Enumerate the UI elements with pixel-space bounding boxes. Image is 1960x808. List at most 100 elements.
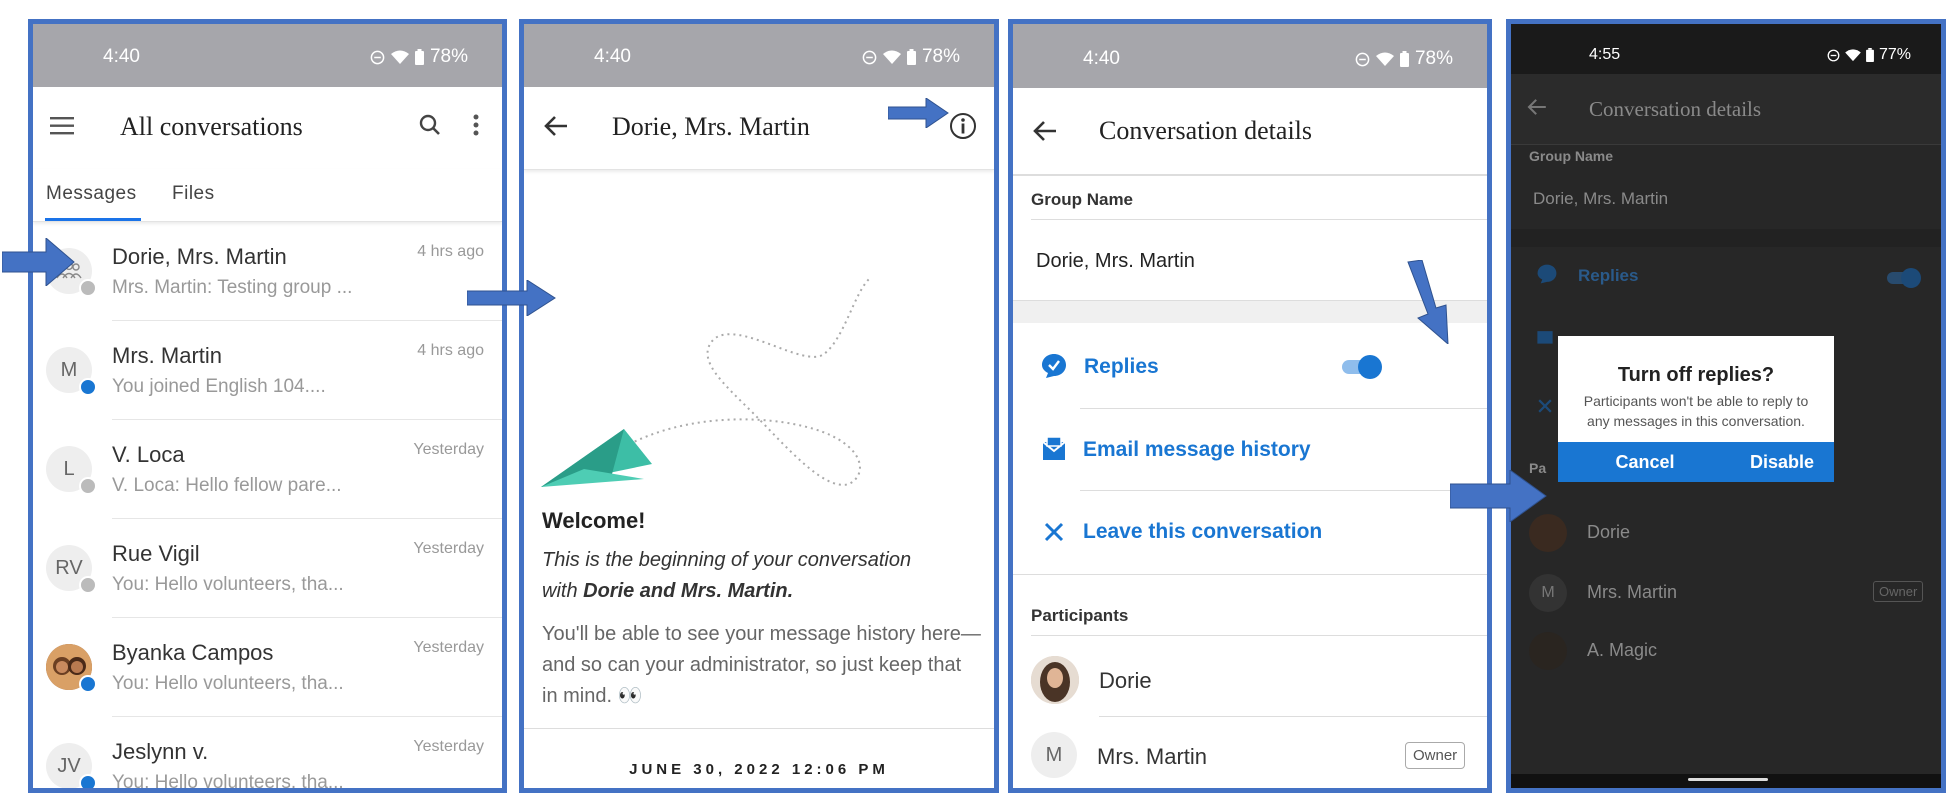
- status-icons: 78%: [1355, 48, 1453, 70]
- muted-badge-icon: [79, 477, 97, 495]
- menu-icon[interactable]: [49, 115, 75, 137]
- conversation-time: 4 hrs ago: [417, 342, 484, 359]
- wifi-icon: [882, 50, 901, 64]
- status-badge-icon: [79, 378, 97, 396]
- message-date: JUNE 30, 2022 12:06 PM: [629, 761, 889, 778]
- conversation-preview: You: Hello volunteers, tha...: [112, 772, 344, 793]
- conversation-name: V. Loca: [112, 442, 185, 467]
- intro-with: with: [542, 580, 584, 602]
- conversation-preview: You joined English 104....: [112, 376, 326, 397]
- conversation-row[interactable]: M Mrs. Martin You joined English 104....…: [33, 321, 502, 420]
- conversation-row[interactable]: RV Rue Vigil You: Hello volunteers, tha.…: [33, 519, 502, 618]
- dnd-icon: [370, 50, 385, 64]
- status-icons: 78%: [862, 46, 960, 68]
- active-tab-indicator: [45, 218, 141, 221]
- back-arrow-icon[interactable]: [542, 113, 570, 139]
- welcome-heading: Welcome!: [542, 508, 646, 533]
- participant-name: Mrs. Martin: [1587, 582, 1677, 602]
- page-title: Conversation details: [1589, 97, 1762, 121]
- participant-name: Dorie: [1099, 668, 1152, 693]
- more-options-icon[interactable]: [470, 111, 482, 139]
- cancel-button[interactable]: Cancel: [1558, 442, 1732, 482]
- conversation-name: Jeslynn v.: [112, 739, 209, 764]
- participant-row: M Mrs. Martin Owner: [1511, 564, 1941, 614]
- muted-badge-icon: [79, 576, 97, 594]
- participant-name: Dorie: [1587, 522, 1631, 542]
- conversation-title: Dorie, Mrs. Martin: [612, 112, 810, 141]
- replies-toggle[interactable]: [1340, 355, 1382, 379]
- app-bar: Conversation details: [1013, 88, 1487, 176]
- battery-icon: [1399, 51, 1409, 67]
- divider: [1031, 635, 1487, 636]
- toggle-thumb: [1358, 355, 1382, 379]
- status-time: 4:40: [594, 46, 631, 67]
- wifi-icon: [390, 50, 409, 64]
- annotation-arrow-icon: [2, 238, 75, 286]
- participant-row: Dorie: [1511, 504, 1941, 554]
- annotation-arrow-icon: [1407, 260, 1449, 344]
- nav-bar: [1511, 774, 1941, 788]
- avatar-photo: [1031, 656, 1079, 704]
- conversation-row[interactable]: Byanka Campos You: Hello volunteers, tha…: [33, 618, 502, 717]
- group-name-value: Dorie, Mrs. Martin: [1533, 189, 1669, 208]
- welcome-intro: This is the beginning of your conversati…: [542, 545, 972, 607]
- conversation-row[interactable]: Dorie, Mrs. Martin Mrs. Martin: Testing …: [33, 222, 502, 321]
- page-title: Conversation details: [1099, 116, 1313, 145]
- panel-turn-off-replies-dialog: 4:55 77% Conversation details Group Name…: [1506, 19, 1946, 793]
- divider: [1080, 408, 1487, 409]
- dnd-icon: [862, 50, 877, 64]
- disable-button[interactable]: Disable: [1730, 442, 1834, 482]
- divider: [1080, 490, 1487, 491]
- conversation-name: Byanka Campos: [112, 640, 274, 665]
- battery-percent: 78%: [1414, 48, 1453, 69]
- group-name-value[interactable]: Dorie, Mrs. Martin: [1036, 250, 1195, 273]
- back-arrow-icon[interactable]: [1525, 96, 1549, 118]
- avatar: M: [1529, 574, 1567, 612]
- conversation-time: Yesterday: [413, 441, 484, 458]
- wifi-icon: [1375, 52, 1394, 66]
- divider: [524, 728, 994, 729]
- panel-conversation-thread: 4:40 78% Dorie, Mrs. Martin Welcome! Thi…: [519, 19, 999, 793]
- tab-messages[interactable]: Messages: [46, 183, 137, 205]
- status-bar: 4:40 78%: [33, 24, 502, 87]
- conversation-row[interactable]: JV Jeslynn v. You: Hello volunteers, tha…: [33, 717, 502, 793]
- participant-name: Mrs. Martin: [1097, 744, 1207, 769]
- battery-icon: [906, 49, 916, 65]
- status-time: 4:55: [1589, 46, 1621, 63]
- conversation-time: Yesterday: [413, 540, 484, 557]
- email-history-link[interactable]: Email message history: [1083, 438, 1311, 462]
- tab-files[interactable]: Files: [172, 183, 215, 205]
- status-badge-icon: [79, 675, 97, 693]
- section-gap: [1511, 229, 1941, 247]
- replies-toggle: [1885, 268, 1921, 288]
- search-icon[interactable]: [417, 112, 443, 138]
- conversation-preview: You: Hello volunteers, tha...: [112, 574, 344, 595]
- leave-conversation-link[interactable]: Leave this conversation: [1083, 520, 1322, 544]
- avatar: M: [1031, 732, 1077, 778]
- home-indicator[interactable]: [1688, 778, 1768, 781]
- conversation-row[interactable]: L V. Loca V. Loca: Hello fellow pare... …: [33, 420, 502, 519]
- participants-label: Participants: [1031, 606, 1129, 625]
- conversation-time: Yesterday: [413, 639, 484, 656]
- conversation-time: 4 hrs ago: [417, 243, 484, 260]
- turn-off-replies-dialog: Turn off replies? Participants won't be …: [1558, 336, 1834, 482]
- participant-name: A. Magic: [1587, 640, 1658, 660]
- back-arrow-icon[interactable]: [1031, 118, 1059, 144]
- conversation-name: Rue Vigil: [112, 541, 200, 566]
- muted-badge-icon: [79, 279, 97, 297]
- replies-icon: [1039, 351, 1069, 381]
- app-bar: Conversation details: [1511, 74, 1941, 145]
- participant-row[interactable]: M Mrs. Martin Owner: [1013, 724, 1487, 788]
- status-time: 4:40: [103, 46, 140, 67]
- status-icons: 77%: [1827, 46, 1911, 64]
- welcome-body: You'll be able to see your message histo…: [542, 623, 981, 707]
- dialog-message: Participants won't be able to reply to a…: [1583, 393, 1809, 429]
- avatar-photo: [1529, 632, 1567, 670]
- participant-row[interactable]: Dorie: [1013, 646, 1487, 716]
- info-icon[interactable]: [948, 111, 978, 141]
- battery-percent: 78%: [921, 46, 960, 67]
- dialog-title: Turn off replies?: [1617, 364, 1775, 386]
- close-icon: [1535, 396, 1555, 416]
- conversation-name: Dorie, Mrs. Martin: [112, 244, 287, 269]
- battery-percent: 77%: [1878, 46, 1911, 63]
